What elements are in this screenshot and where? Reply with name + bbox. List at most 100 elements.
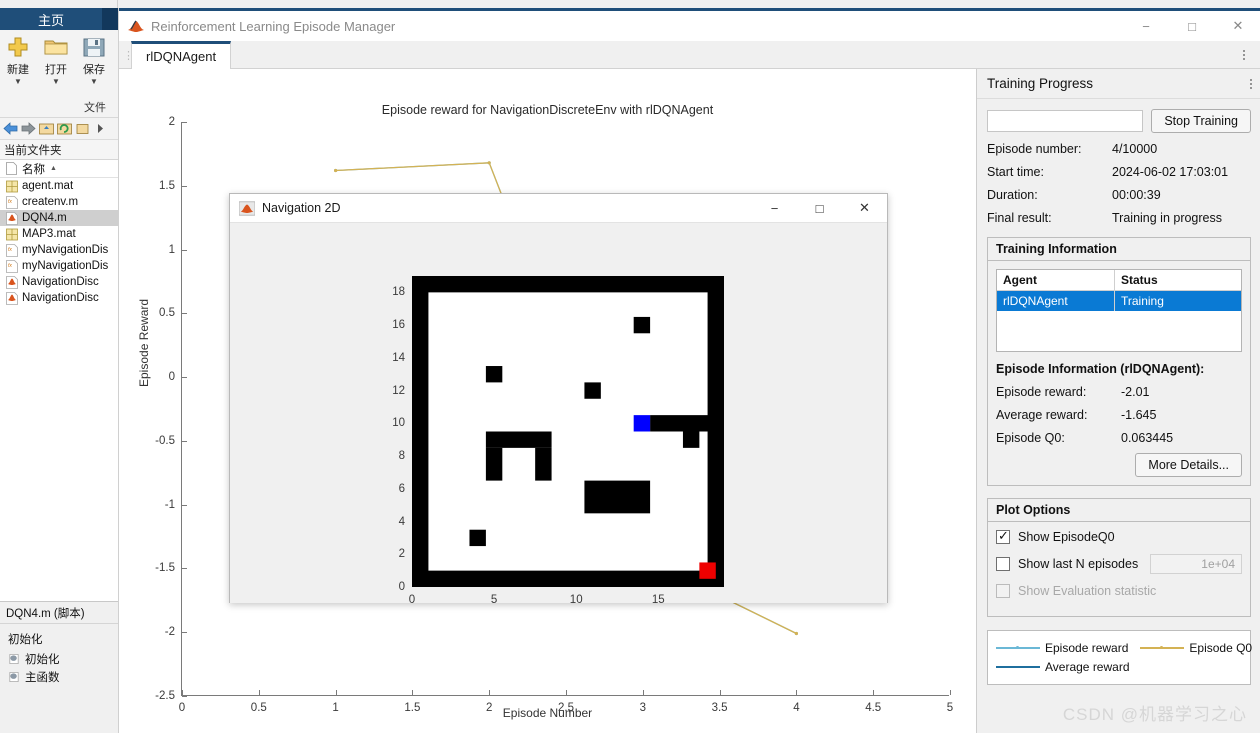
plot-option-row[interactable]: Show last N episodes 1e+04 <box>996 554 1242 574</box>
plot-option-row[interactable]: Show Evaluation statistic <box>996 584 1242 598</box>
training-progress-title: Training Progress <box>987 76 1094 91</box>
training-field-list: Episode number: 4/10000 Start time: 2024… <box>987 142 1251 225</box>
file-browser-table[interactable]: 名称 ▲ agent.mat fx createnv.m DQN4.m MAP3… <box>0 159 118 601</box>
chart-ytick-mark <box>182 568 187 570</box>
legend-row-1: Episode reward Episode Q0 <box>996 641 1252 655</box>
chart-ytick-label: 1.5 <box>159 179 175 192</box>
episode-field-label: Episode reward: <box>996 385 1087 399</box>
file-row[interactable]: fx createnv.m <box>0 194 118 210</box>
grid-ytick-label: 2 <box>398 548 405 561</box>
new-button[interactable]: 新建 ▼ <box>4 34 32 86</box>
legend-item-episode-q0[interactable]: Episode Q0 <box>1140 641 1252 655</box>
file-generic-icon <box>5 162 17 175</box>
ribbon-file-group: 新建 ▼ 打开 ▼ 保存 ▼ 文件 <box>0 30 118 118</box>
legend-item-average-reward[interactable]: Average reward <box>996 660 1130 674</box>
grid-xtick-label: 10 <box>569 594 583 606</box>
svg-text:fx: fx <box>8 199 12 205</box>
ribbon-tab-next[interactable] <box>102 8 118 30</box>
episodes-count-input[interactable]: 1e+04 <box>1150 554 1242 574</box>
file-row[interactable]: fx myNavigationDis <box>0 242 118 258</box>
file-row[interactable]: NavigationDisc <box>0 290 118 306</box>
save-button-caret-icon[interactable]: ▼ <box>80 77 108 86</box>
nav-maximize-button[interactable]: □ <box>797 194 842 223</box>
new-button-caret-icon[interactable]: ▼ <box>4 77 32 86</box>
plot-option-checkbox[interactable] <box>996 557 1010 571</box>
grid-xtick-label: 15 <box>651 594 665 606</box>
open-button-caret-icon[interactable]: ▼ <box>42 77 70 86</box>
chart-xtick-mark <box>873 690 875 695</box>
navigation-grid-cells <box>412 276 724 587</box>
ribbon-group-label: 文件 <box>84 102 106 114</box>
up-folder-icon[interactable] <box>39 121 54 136</box>
chart-ytick-label: 0 <box>168 371 175 384</box>
rl-episode-manager-window: Reinforcement Learning Episode Manager −… <box>118 8 1260 733</box>
save-button-label: 保存 <box>83 64 105 76</box>
training-field-label: Start time: <box>987 165 1044 179</box>
chart-ytick-mark <box>182 313 187 315</box>
new-plus-icon <box>4 34 32 60</box>
plot-option-checkbox[interactable] <box>996 528 1010 544</box>
file-row[interactable]: agent.mat <box>0 178 118 194</box>
tab-rldqnagent[interactable]: rlDQNAgent <box>131 41 232 69</box>
navigation-grid-map <box>412 276 724 587</box>
episode-field: Episode Q0: 0.063445 <box>996 431 1242 445</box>
ribbon-tab-home[interactable]: 主页 <box>0 8 102 30</box>
episode-field-value: 0.063445 <box>1121 431 1174 445</box>
agent-tab-strip: ⋮ rlDQNAgent <box>119 41 1260 69</box>
path-chevron-right-icon[interactable] <box>93 121 108 136</box>
agent-column-header: Agent <box>997 270 1115 290</box>
navigation-2d-window-controls: − □ ✕ <box>752 194 887 223</box>
chart-xtick-mark <box>719 690 721 695</box>
status-column-header: Status <box>1121 273 1158 287</box>
file-row[interactable]: fx myNavigationDis <box>0 258 118 274</box>
training-panel-body: Stop Training Episode number: 4/10000 St… <box>977 99 1260 685</box>
plot-option-row[interactable]: Show EpisodeQ0 <box>996 528 1242 544</box>
training-field-label: Episode number: <box>987 142 1082 156</box>
navigation-2d-title: Navigation 2D <box>262 201 341 215</box>
grid-ytick-label: 16 <box>392 319 405 332</box>
rl-close-button[interactable]: ✕ <box>1215 11 1260 41</box>
rl-minimize-button[interactable]: − <box>1123 11 1169 41</box>
refresh-icon[interactable] <box>57 121 72 136</box>
legend-item-episode-reward[interactable]: Episode reward <box>996 641 1128 655</box>
m-script-icon: fx <box>6 259 18 273</box>
rl-window-title: Reinforcement Learning Episode Manager <box>151 18 396 34</box>
stop-training-button[interactable]: Stop Training <box>1151 109 1251 133</box>
agent-table-row[interactable]: rlDQNAgent Training <box>997 291 1241 311</box>
file-row-list: agent.mat fx createnv.m DQN4.m MAP3.mat … <box>0 178 118 306</box>
tab-overflow-menu-icon[interactable] <box>1237 47 1251 63</box>
training-field-label: Duration: <box>987 188 1038 202</box>
svg-text:fx: fx <box>8 247 12 253</box>
legend-label-episode-q0: Episode Q0 <box>1189 641 1253 655</box>
file-name-label: NavigationDisc <box>22 276 99 288</box>
file-row[interactable]: MAP3.mat <box>0 226 118 242</box>
file-table-name-column[interactable]: 名称 <box>22 161 45 177</box>
training-progress-panel: Training Progress Stop Training Episode … <box>976 69 1260 733</box>
details-item[interactable]: 主函数 <box>0 668 118 686</box>
path-folder-icon[interactable] <box>75 121 90 136</box>
file-row[interactable]: DQN4.m <box>0 210 118 226</box>
training-panel-menu-icon[interactable] <box>1250 78 1252 89</box>
back-arrow-icon[interactable] <box>3 121 18 136</box>
more-details-button[interactable]: More Details... <box>1135 453 1242 477</box>
open-button[interactable]: 打开 ▼ <box>42 34 70 86</box>
legend-swatch-average-reward <box>996 662 1040 672</box>
file-row[interactable]: NavigationDisc <box>0 274 118 290</box>
nav-close-button[interactable]: ✕ <box>842 194 887 223</box>
training-progress-header: Training Progress <box>977 69 1260 99</box>
chart-ylabel: Episode Reward <box>137 298 151 387</box>
forward-arrow-icon[interactable] <box>21 121 36 136</box>
grid-ytick-label: 8 <box>398 450 405 463</box>
save-button[interactable]: 保存 ▼ <box>80 34 108 86</box>
details-item-label: 初始化 <box>25 654 60 666</box>
navigation-grid-axes[interactable]: 0 2 4 6 8 10 12 14 16 18 0 5 10 15 <box>392 276 724 606</box>
nav-minimize-button[interactable]: − <box>752 194 797 223</box>
chart-xlabel: Episode Number <box>502 706 593 720</box>
rl-maximize-button[interactable]: □ <box>1169 11 1215 41</box>
training-field: Start time: 2024-06-02 17:03:01 <box>987 165 1251 179</box>
details-item[interactable]: 初始化 <box>0 650 118 668</box>
navigation-2d-titlebar: Navigation 2D − □ ✕ <box>230 194 887 223</box>
legend-swatch-episode-reward <box>996 643 1040 653</box>
agent-status-cell: Training <box>1121 294 1164 308</box>
agent-status-table[interactable]: Agent Status rlDQNAgent Training <box>996 269 1242 352</box>
